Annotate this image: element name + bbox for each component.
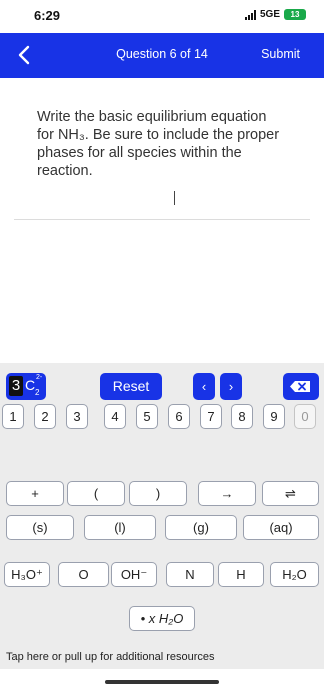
key-4[interactable]: 4	[104, 404, 126, 429]
status-bar: 6:29 5GE 13	[0, 0, 324, 30]
key-phase-gas[interactable]: (g)	[165, 515, 237, 540]
status-indicators: 5GE 13	[244, 9, 306, 20]
key-hydroxide[interactable]: OH⁻	[111, 562, 157, 587]
formula-mode-button[interactable]: 3 C 2 2-	[6, 373, 46, 400]
network-type: 5GE	[259, 9, 280, 20]
resources-bar[interactable]: Tap here or pull up for additional resou…	[0, 647, 324, 669]
key-9[interactable]: 9	[263, 404, 285, 429]
status-time: 6:29	[34, 8, 61, 23]
home-indicator[interactable]	[105, 680, 219, 684]
battery-icon: 13	[284, 9, 306, 20]
resources-hint: Tap here or pull up for additional resou…	[6, 651, 215, 663]
backspace-icon	[290, 381, 310, 392]
key-0[interactable]: 0	[294, 404, 316, 429]
key-7[interactable]: 7	[200, 404, 222, 429]
formula-charge: 2-	[36, 374, 43, 381]
cursor-right-button[interactable]: ›	[220, 373, 242, 400]
key-phase-solid[interactable]: (s)	[6, 515, 74, 540]
key-hydrogen[interactable]: H	[218, 562, 264, 587]
answer-cursor[interactable]	[174, 191, 175, 205]
question-text: Write the basic equilibrium equation for…	[37, 109, 280, 179]
key-3[interactable]: 3	[66, 404, 88, 429]
formula-digit: 3	[9, 376, 23, 396]
key-1[interactable]: 1	[2, 404, 24, 429]
cursor-left-button[interactable]: ‹	[193, 373, 215, 400]
signal-icon	[244, 9, 256, 20]
key-phase-aqueous[interactable]: (aq)	[243, 515, 319, 540]
formula-element: C	[25, 377, 36, 393]
key-oxygen[interactable]: O	[58, 562, 109, 587]
key-reaction-arrow[interactable]: →	[198, 481, 256, 506]
nav-bar: Question 6 of 14 Submit	[0, 33, 324, 78]
divider	[14, 219, 310, 220]
submit-button[interactable]: Submit	[261, 47, 300, 61]
key-2[interactable]: 2	[34, 404, 56, 429]
key-6[interactable]: 6	[168, 404, 190, 429]
reset-button[interactable]: Reset	[100, 373, 162, 400]
formula-subscript: 2	[35, 388, 40, 397]
key-equilibrium-arrow[interactable]: ⇌	[262, 481, 319, 506]
key-hydrate[interactable]: • x H₂O	[129, 606, 195, 631]
key-5[interactable]: 5	[136, 404, 158, 429]
key-plus[interactable]: +	[6, 481, 64, 506]
key-open-paren[interactable]: (	[67, 481, 125, 506]
key-close-paren[interactable]: )	[129, 481, 187, 506]
chemistry-keypad: 3 C 2 2- Reset ‹ › 1 2 3 4 5 6 7 8 9 0 +…	[0, 363, 324, 667]
key-hydronium[interactable]: H₃O⁺	[4, 562, 50, 587]
key-8[interactable]: 8	[231, 404, 253, 429]
key-phase-liquid[interactable]: (l)	[84, 515, 156, 540]
key-nitrogen[interactable]: N	[166, 562, 214, 587]
backspace-button[interactable]	[283, 373, 319, 400]
key-water[interactable]: H₂O	[270, 562, 319, 587]
